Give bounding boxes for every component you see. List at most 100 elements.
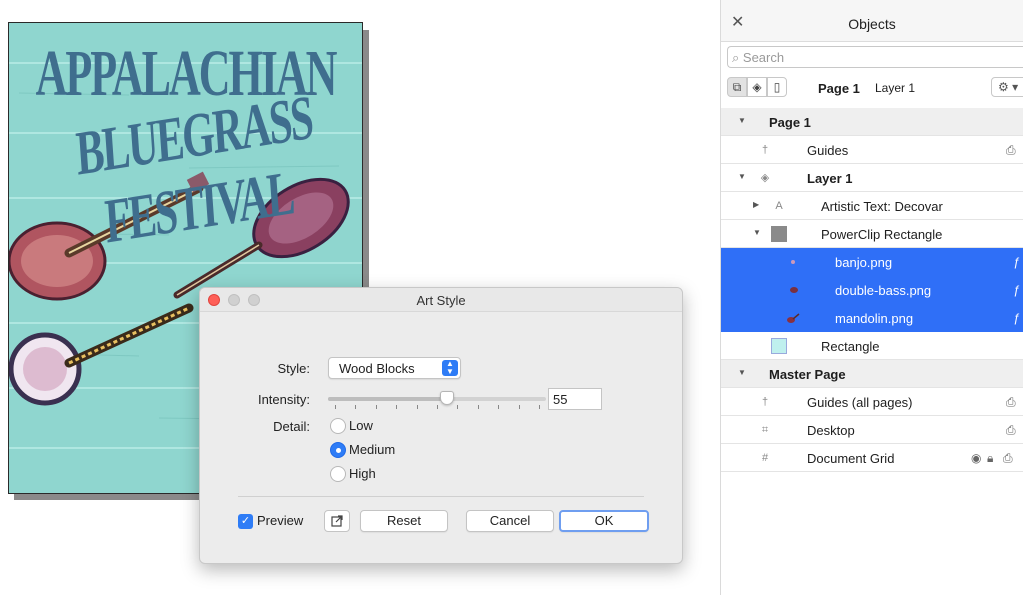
tree-row-label: Desktop	[807, 423, 855, 438]
reset-button[interactable]: Reset	[360, 510, 448, 532]
tree-row-label: PowerClip Rectangle	[821, 227, 943, 242]
objects-tree: ▼ Page 1 † Guides ⎙ ▼ ◈ Layer 1 ▶ A Arti…	[721, 108, 1023, 472]
dialog-title: Art Style	[416, 293, 466, 308]
ok-button[interactable]: OK	[559, 510, 649, 532]
gear-icon[interactable]: ⚙ ▾	[991, 77, 1023, 97]
page-icon[interactable]: ▯	[767, 77, 787, 97]
tree-row-mandolin[interactable]: mandolin.png ƒ	[721, 304, 1023, 332]
slider-tick	[417, 405, 418, 409]
effects-icon[interactable]: ƒ	[1013, 283, 1020, 297]
slider-tick	[376, 405, 377, 409]
radio-high-indicator	[330, 465, 346, 482]
desktop-icon: ⌗	[761, 424, 769, 436]
expand-triangle-icon[interactable]: ▼	[753, 228, 761, 237]
expand-triangle-icon[interactable]: ▼	[738, 116, 746, 125]
objects-toolbar: ⧉ ◈ ▯ Page 1 Layer 1 ⚙ ▾	[721, 74, 1023, 102]
art-style-dialog: Art Style Style: Wood Blocks ▲ ▼ Intensit…	[199, 287, 683, 564]
open-external-button[interactable]	[324, 510, 350, 532]
tree-row-document-grid[interactable]: # Document Grid ◉ 🔒︎ ⎙	[721, 444, 1023, 472]
intensity-value-field[interactable]: 55	[548, 388, 602, 410]
print-icon[interactable]: ⎙	[1003, 451, 1013, 466]
search-input[interactable]: ⌕ Search	[727, 46, 1023, 68]
search-placeholder: Search	[742, 50, 785, 65]
lock-icon[interactable]: 🔒︎	[987, 451, 993, 466]
search-icon: ⌕	[732, 50, 740, 65]
print-icon[interactable]: ⎙	[1006, 395, 1016, 410]
guides-icon: †	[761, 396, 769, 408]
tree-row-guides-all[interactable]: † Guides (all pages) ⎙	[721, 388, 1023, 416]
layer-icon: ◈	[760, 172, 770, 184]
tree-row-desktop[interactable]: ⌗ Desktop ⎙	[721, 416, 1023, 444]
powerclip-thumbnail	[771, 226, 787, 242]
slider-tick	[478, 405, 479, 409]
rectangle-thumbnail	[771, 338, 787, 354]
slider-tick	[519, 405, 520, 409]
tree-row-label: Page 1	[769, 115, 811, 130]
drawing-canvas[interactable]: APPALACHIAN BLUEGRASS FESTIVAL Art Style…	[0, 0, 720, 595]
tree-row-label: Layer 1	[807, 171, 853, 186]
visibility-icon[interactable]: ◉	[971, 451, 981, 465]
slider-tick	[498, 405, 499, 409]
tree-row-layer1[interactable]: ▼ ◈ Layer 1	[721, 164, 1023, 192]
tree-row-page1[interactable]: ▼ Page 1	[721, 108, 1023, 136]
expand-triangle-icon[interactable]: ▼	[738, 368, 746, 377]
slider-knob[interactable]	[440, 391, 454, 405]
grid-icon: #	[761, 452, 769, 464]
tree-row-label: banjo.png	[835, 255, 893, 270]
tree-row-powerclip[interactable]: ▼ PowerClip Rectangle	[721, 220, 1023, 248]
effects-icon[interactable]: ƒ	[1013, 255, 1020, 269]
detail-radio-medium[interactable]: Medium	[330, 441, 395, 461]
cancel-button[interactable]: Cancel	[466, 510, 554, 532]
tree-row-label: Document Grid	[807, 451, 895, 466]
print-icon[interactable]: ⎙	[1006, 423, 1016, 438]
guides-icon: †	[761, 144, 769, 156]
banjo-thumbnail	[785, 254, 801, 270]
checkmark-icon: ✓	[238, 514, 253, 530]
collapse-triangle-icon[interactable]: ▶	[753, 200, 759, 209]
toolbar-page-name: Page 1	[818, 81, 860, 96]
tree-row-rectangle[interactable]: Rectangle	[721, 332, 1023, 360]
tree-row-double-bass[interactable]: double-bass.png ƒ	[721, 276, 1023, 304]
layers-icon[interactable]: ◈	[747, 77, 767, 97]
style-select-value: Wood Blocks	[339, 361, 415, 376]
dialog-titlebar[interactable]: Art Style	[200, 288, 682, 312]
effects-icon[interactable]: ƒ	[1013, 311, 1020, 325]
slider-tick	[437, 405, 438, 409]
tree-row-label: Guides (all pages)	[807, 395, 913, 410]
preview-checkbox[interactable]: ✓ Preview	[238, 513, 304, 530]
style-label: Style:	[277, 361, 310, 376]
objects-panel: ✕ Objects ⌕ Search ⧉ ◈ ▯ Page 1 Layer 1 …	[720, 0, 1023, 595]
slider-tick	[539, 405, 540, 409]
mandolin-thumbnail	[785, 310, 801, 326]
tree-row-master-page[interactable]: ▼ Master Page	[721, 360, 1023, 388]
detail-radio-low[interactable]: Low	[330, 417, 373, 437]
page-view-icon[interactable]: ⧉	[727, 77, 747, 97]
intensity-slider[interactable]	[328, 388, 546, 410]
print-icon[interactable]: ⎙	[1006, 143, 1016, 158]
intensity-label: Intensity:	[257, 392, 310, 407]
tree-row-artistic-text[interactable]: ▶ A Artistic Text: Decovar	[721, 192, 1023, 220]
expand-triangle-icon[interactable]: ▼	[738, 172, 746, 181]
dialog-separator	[238, 496, 644, 497]
tree-row-label: mandolin.png	[835, 311, 914, 326]
slider-tick	[396, 405, 397, 409]
select-arrows-icon: ▲ ▼	[442, 360, 458, 376]
preview-label: Preview	[257, 513, 304, 528]
tree-row-banjo[interactable]: banjo.png ƒ	[721, 248, 1023, 276]
objects-panel-header: ✕ Objects	[721, 0, 1023, 42]
tree-row-guides[interactable]: † Guides ⎙	[721, 136, 1023, 164]
tree-row-label: double-bass.png	[835, 283, 932, 298]
slider-tick	[355, 405, 356, 409]
radio-medium-indicator	[330, 441, 346, 458]
double-bass-thumbnail	[785, 282, 801, 298]
slider-tick	[457, 405, 458, 409]
slider-tick	[335, 405, 336, 409]
tree-row-label: Rectangle	[821, 339, 880, 354]
detail-label: Detail:	[273, 419, 310, 434]
text-icon: A	[775, 200, 783, 212]
detail-radio-high[interactable]: High	[330, 465, 376, 485]
tree-row-label: Artistic Text: Decovar	[821, 199, 943, 214]
style-select[interactable]: Wood Blocks ▲ ▼	[328, 357, 461, 379]
objects-panel-title: Objects	[848, 16, 896, 32]
toolbar-layer-name: Layer 1	[875, 81, 916, 95]
